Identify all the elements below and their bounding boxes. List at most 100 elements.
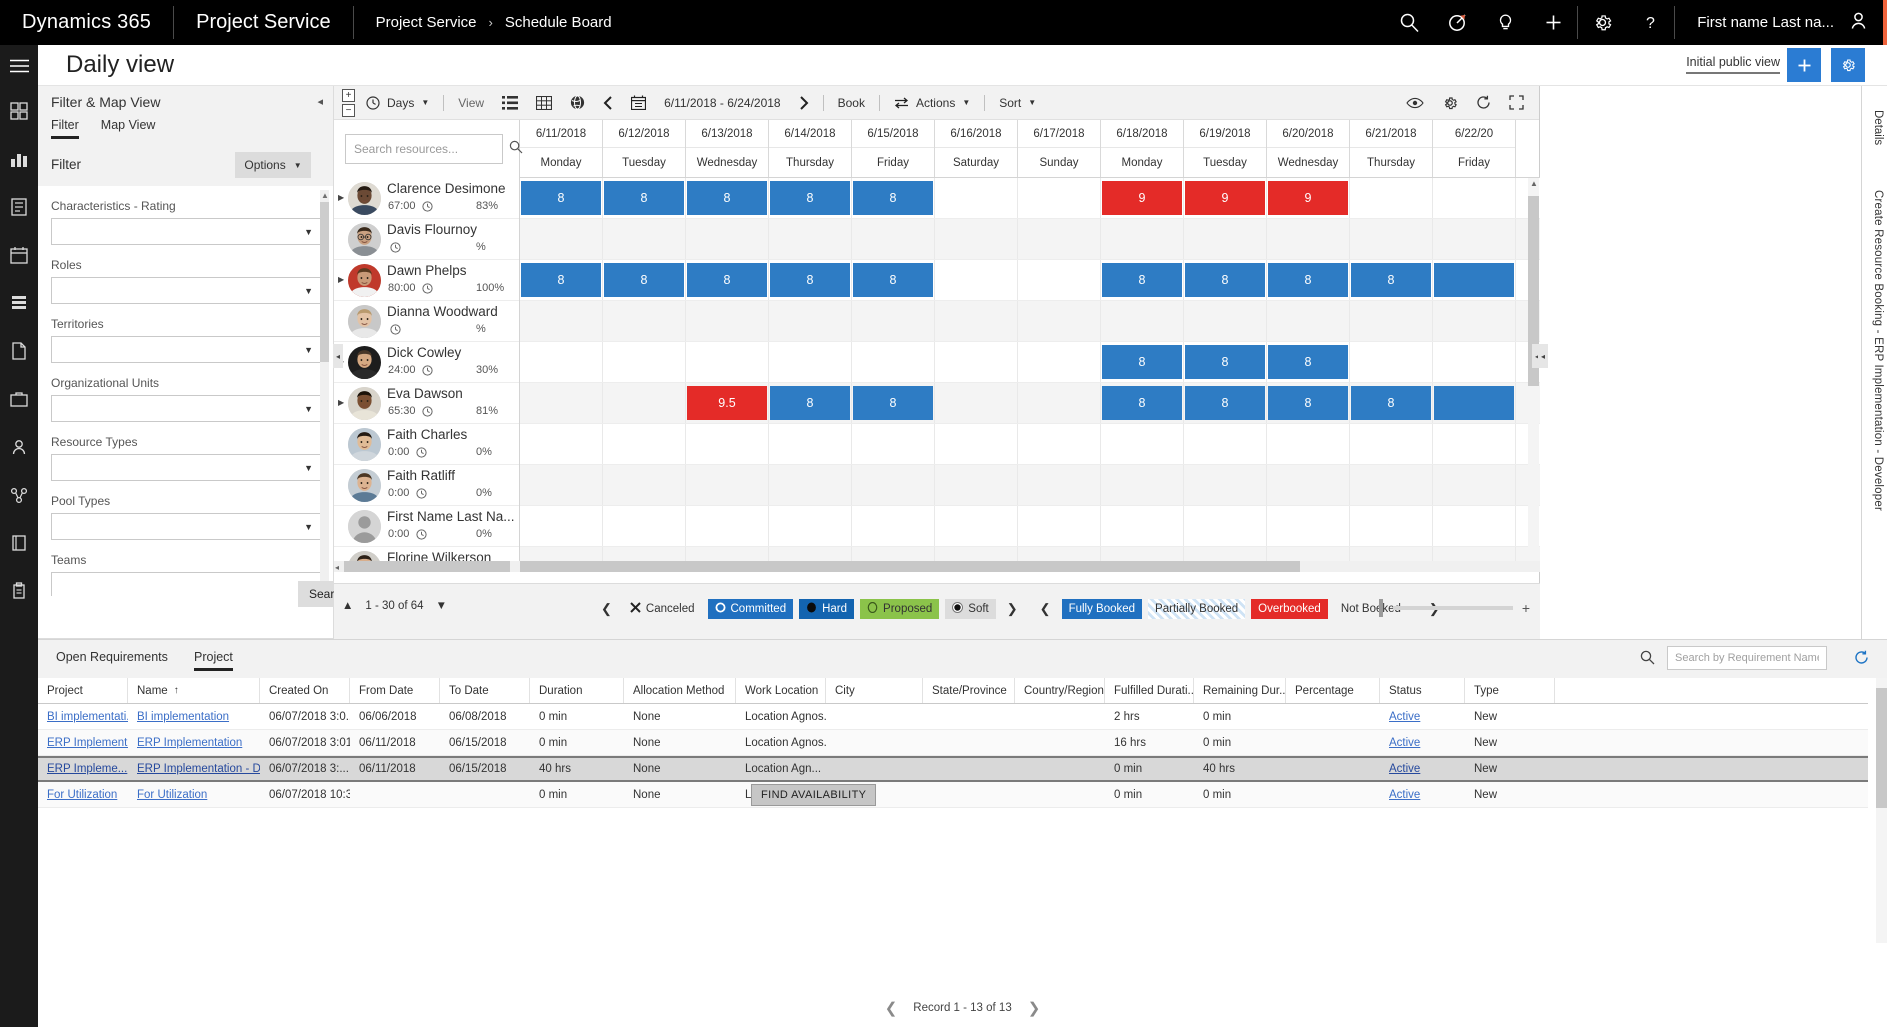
grid-cell[interactable] xyxy=(603,465,686,505)
grid-cell[interactable] xyxy=(603,219,686,259)
grid-cell[interactable] xyxy=(1433,342,1516,382)
grid-cell[interactable] xyxy=(1101,219,1184,259)
table-cell-link[interactable]: ERP Implementation xyxy=(137,737,242,749)
requirement-name-input[interactable] xyxy=(1675,652,1819,664)
booking-block[interactable]: 8 xyxy=(604,263,684,297)
resource-row[interactable]: ▶ Dawn Phelps 80:00 100% xyxy=(334,260,519,301)
grid-cell[interactable] xyxy=(1018,465,1101,505)
status-legend-prev-icon[interactable]: ❮ xyxy=(1035,601,1056,617)
booking-block[interactable]: 8 xyxy=(1268,263,1348,297)
grid-cell[interactable] xyxy=(1350,465,1433,505)
booking-block[interactable]: 9 xyxy=(1268,181,1348,215)
filter-panel-scrollbar[interactable]: ▲ ▼ xyxy=(320,190,329,590)
column-header[interactable]: State/Province xyxy=(923,678,1015,703)
table-cell-link[interactable]: Active xyxy=(1389,737,1420,749)
grid-cell[interactable] xyxy=(603,301,686,341)
field-input[interactable]: ▼ xyxy=(51,395,321,422)
dashboard-icon[interactable] xyxy=(0,87,38,135)
column-header[interactable]: Status xyxy=(1380,678,1465,703)
legend-hard[interactable]: Hard xyxy=(799,599,855,619)
refresh-button[interactable] xyxy=(1467,86,1500,120)
briefcase-icon[interactable] xyxy=(0,375,38,423)
grid-cell[interactable] xyxy=(1018,342,1101,382)
grid-cell[interactable] xyxy=(1018,260,1101,300)
time-scale-selector[interactable]: Days ▼ xyxy=(357,86,438,120)
resource-row[interactable]: ▶ Clarence Desimone 67:00 83% xyxy=(334,178,519,219)
column-header[interactable]: Percentage xyxy=(1286,678,1380,703)
booking-block[interactable] xyxy=(1434,263,1514,297)
grid-cell[interactable] xyxy=(520,383,603,423)
legend-prev-icon[interactable]: ❮ xyxy=(596,601,617,617)
tab-filter[interactable]: Filter xyxy=(51,118,79,139)
expand-collapse-rows-control[interactable]: + − xyxy=(342,88,357,117)
grid-cell[interactable] xyxy=(769,301,852,341)
grid-cell[interactable] xyxy=(769,465,852,505)
resource-row[interactable]: ▶Dick Cowley24:0030% xyxy=(334,342,519,383)
column-header[interactable]: Fulfilled Durati... xyxy=(1105,678,1194,703)
dynamics-brand-label[interactable]: Dynamics 365 xyxy=(0,0,173,45)
add-view-button[interactable] xyxy=(1787,48,1821,82)
grid-vertical-scrollbar[interactable]: ▲ ▼ xyxy=(1528,178,1539,572)
grid-cell[interactable] xyxy=(1267,424,1350,464)
gear-icon[interactable] xyxy=(1578,0,1626,45)
booking-block[interactable]: 9 xyxy=(1102,181,1182,215)
column-header[interactable]: Work Location xyxy=(736,678,826,703)
booking-block[interactable]: 8 xyxy=(1102,386,1182,420)
resource-row[interactable]: First Name Last Na... 0:00 0% xyxy=(334,506,519,547)
grid-cell[interactable] xyxy=(935,424,1018,464)
search-icon[interactable] xyxy=(1385,0,1433,45)
requirements-search-box[interactable] xyxy=(1667,646,1827,670)
list-view-button[interactable] xyxy=(493,86,527,120)
field-input[interactable]: ▼ xyxy=(51,277,321,304)
pager-next-icon[interactable]: ❯ xyxy=(1028,999,1041,1017)
tab-open-requirements[interactable]: Open Requirements xyxy=(56,650,168,668)
grid-horizontal-scrollbar[interactable] xyxy=(520,561,1540,572)
column-header[interactable]: Remaining Dur... xyxy=(1194,678,1286,703)
tab-map-view[interactable]: Map View xyxy=(101,118,156,139)
grid-cell[interactable] xyxy=(1184,465,1267,505)
requirements-search-icon[interactable] xyxy=(1640,650,1655,670)
expand-resource-icon[interactable]: ▶ xyxy=(338,193,344,202)
scrollbar-thumb[interactable] xyxy=(320,202,329,362)
booking-block[interactable]: 8 xyxy=(1102,263,1182,297)
booking-block[interactable]: 8 xyxy=(1185,263,1265,297)
column-header[interactable]: Created On xyxy=(260,678,350,703)
grid-cell[interactable] xyxy=(852,506,935,546)
grid-cell[interactable] xyxy=(1184,301,1267,341)
scroll-up-icon[interactable]: ▲ xyxy=(1530,179,1538,188)
resource-row[interactable]: Faith Ratliff 0:00 0% xyxy=(334,465,519,506)
pager-prev-icon[interactable]: ❮ xyxy=(885,999,898,1017)
booking-block[interactable]: 8 xyxy=(1185,386,1265,420)
zoom-in-button[interactable]: + xyxy=(1522,600,1530,616)
grid-cell[interactable] xyxy=(935,383,1018,423)
grid-cell[interactable] xyxy=(935,219,1018,259)
field-input[interactable]: ▼ xyxy=(51,513,321,540)
booking-block[interactable]: 8 xyxy=(770,181,850,215)
grid-cell[interactable] xyxy=(852,465,935,505)
chart-icon[interactable] xyxy=(0,135,38,183)
app-name-label[interactable]: Project Service xyxy=(174,0,353,45)
field-input[interactable]: ▼ xyxy=(51,454,321,481)
grid-cell[interactable] xyxy=(520,424,603,464)
scrollbar-thumb[interactable] xyxy=(344,561,510,572)
grid-cell[interactable] xyxy=(603,383,686,423)
grid-cell[interactable] xyxy=(1350,342,1433,382)
column-header[interactable]: Type xyxy=(1465,678,1555,703)
grid-cell[interactable] xyxy=(935,178,1018,218)
scroll-up-icon[interactable]: ▲ xyxy=(321,191,329,200)
booking-block[interactable]: 8 xyxy=(1351,263,1431,297)
table-cell-link[interactable]: ERP Impleme... xyxy=(47,763,127,775)
grid-cell[interactable] xyxy=(1267,506,1350,546)
field-input[interactable]: ▼ xyxy=(51,572,321,596)
plus-icon[interactable] xyxy=(1529,0,1577,45)
booking-block[interactable]: 9.5 xyxy=(687,386,767,420)
resource-search-box[interactable] xyxy=(345,134,523,164)
grid-cell[interactable] xyxy=(935,342,1018,382)
column-header[interactable]: Name ↑ xyxy=(128,678,260,703)
breadcrumb-root[interactable]: Project Service xyxy=(376,14,477,31)
grid-cell[interactable] xyxy=(769,342,852,382)
legend-partially-booked[interactable]: Partially Booked xyxy=(1148,599,1246,619)
network-icon[interactable] xyxy=(0,471,38,519)
scrollbar-thumb[interactable] xyxy=(1876,688,1887,808)
user-menu[interactable]: First name Last na... xyxy=(1675,0,1887,45)
